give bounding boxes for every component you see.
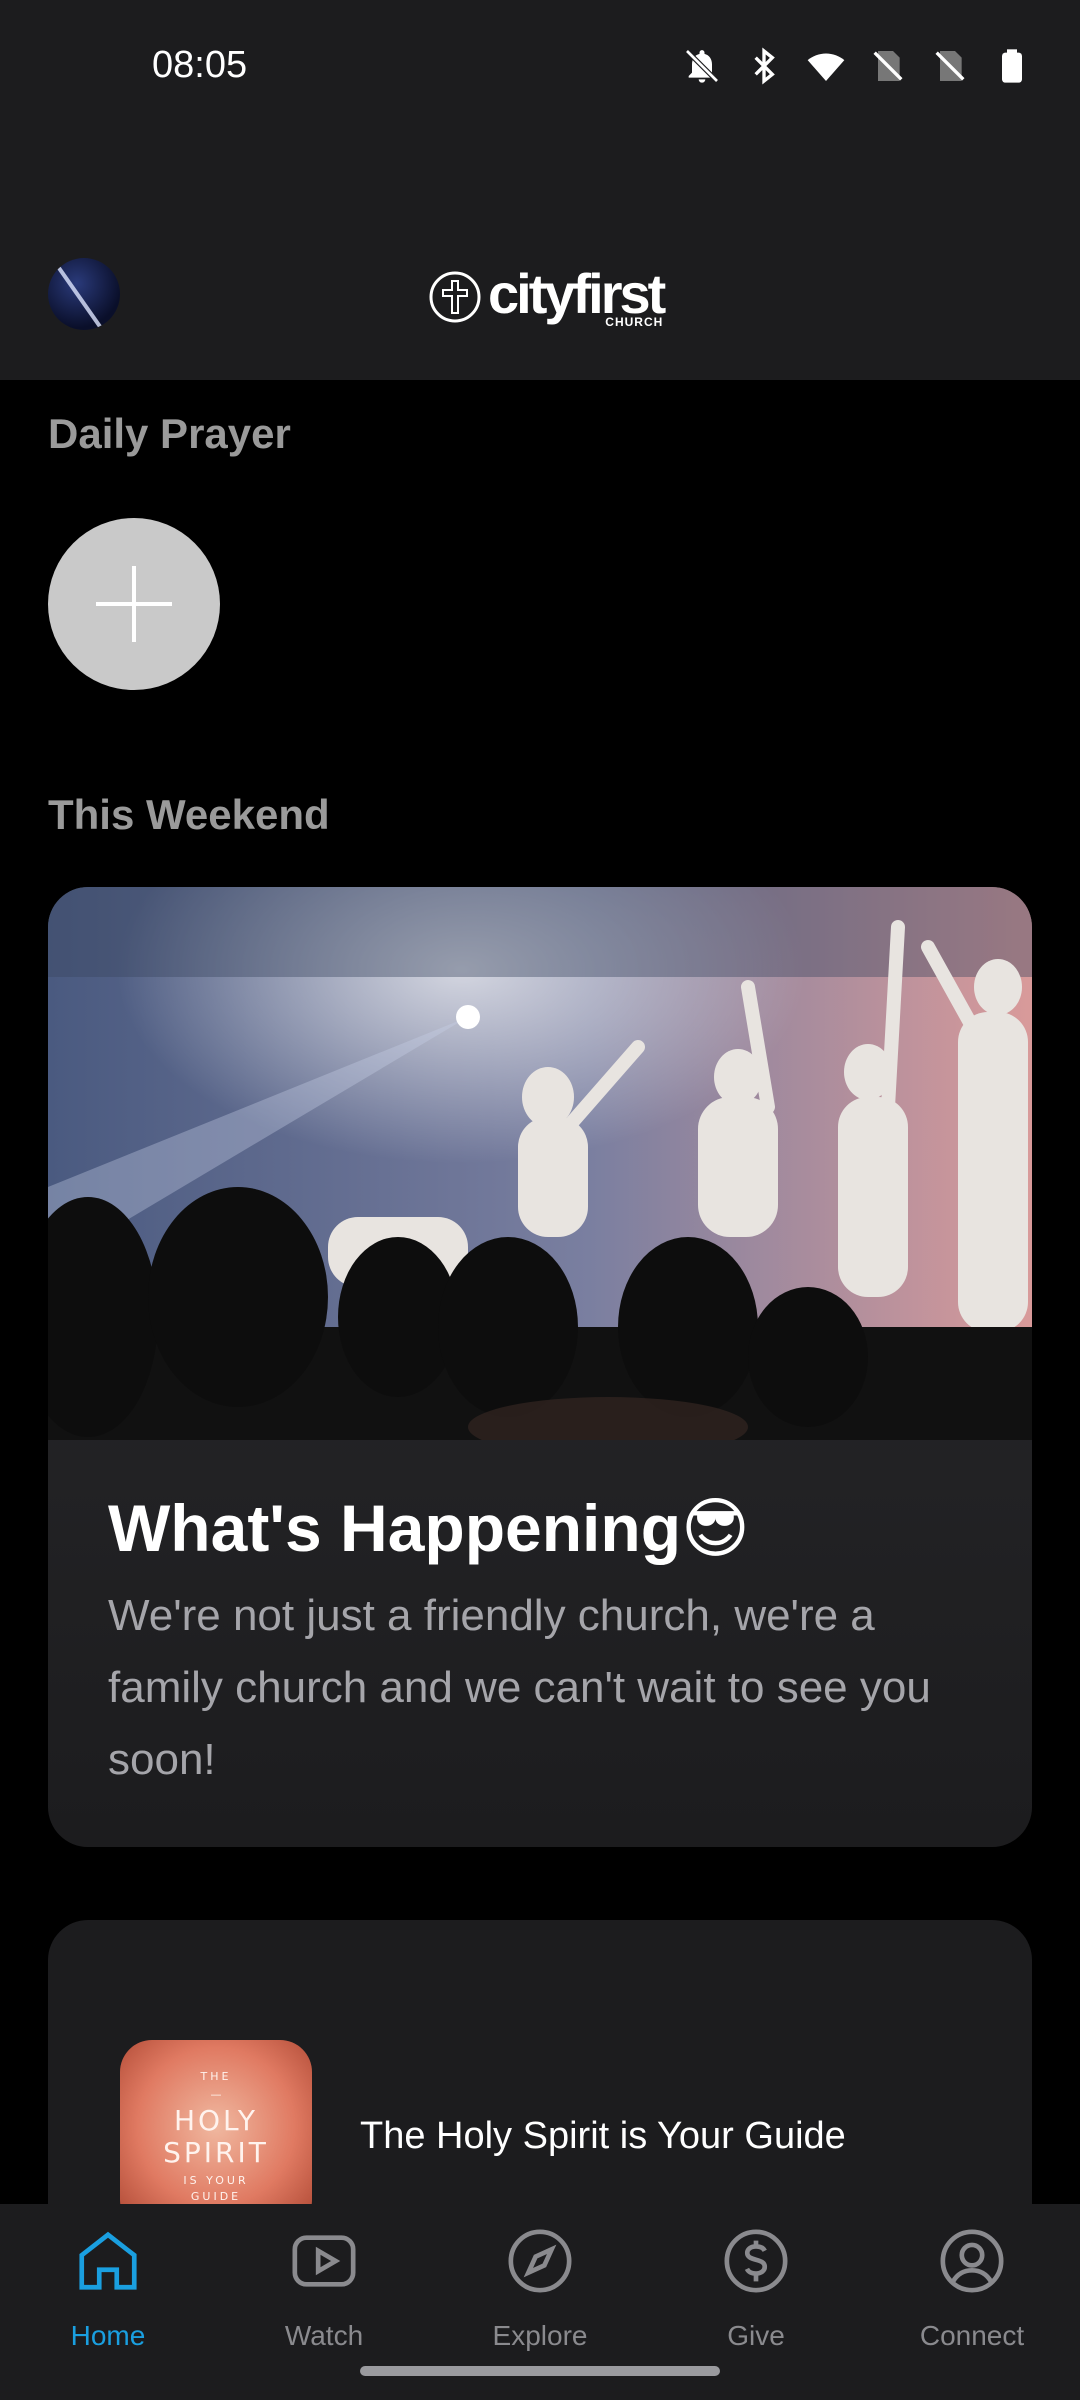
nav-label: Connect [919,2320,1025,2351]
thumb-text: — [210,2088,222,2101]
thumb-text: GUIDE [190,2190,242,2203]
event-description: We're not just a friendly church, we're … [108,1591,931,1784]
home-icon [79,2231,137,2290]
dollar-icon [724,2229,788,2293]
this-weekend-heading: This Weekend [48,791,330,838]
no-sim-icon [873,51,903,81]
bluetooth-icon [754,47,775,85]
nav-home[interactable]: Home [0,2226,216,2366]
battery-icon [1002,49,1022,83]
series-title: The Holy Spirit is Your Guide [360,2115,846,2157]
nav-label: Watch [284,2320,364,2351]
nav-explore[interactable]: Explore [432,2226,648,2366]
profile-avatar[interactable] [48,258,120,330]
event-card-body: What's Happening😎 We're not just a frien… [48,1440,1032,1847]
logo-wordmark: cityfirst [488,262,666,325]
thumb-text: SPIRIT [163,2136,269,2169]
church-logo: cityfirst CHURCH [428,262,666,329]
nav-label: Give [727,2320,785,2351]
nav-label: Explore [492,2320,588,2351]
wifi-icon [807,53,845,81]
no-sim-icon [935,51,965,81]
event-photo [48,887,1032,1440]
user-circle-icon [940,2229,1004,2293]
status-bar: 08:05 [0,0,1080,140]
home-indicator[interactable] [360,2366,720,2376]
app-header: cityfirst CHURCH [0,140,1080,380]
nav-label: Home [70,2320,146,2351]
compass-icon [508,2229,572,2293]
thumb-text: HOLY [173,2104,259,2137]
nav-watch[interactable]: Watch [216,2226,432,2366]
add-prayer-button[interactable] [48,518,220,690]
nav-connect[interactable]: Connect [864,2226,1080,2366]
nav-give[interactable]: Give [648,2226,864,2366]
status-icons [682,46,1032,86]
bell-off-icon [685,49,719,83]
logo-subtitle: CHURCH [605,315,664,329]
daily-prayer-heading: Daily Prayer [48,410,291,457]
thumb-text: IS YOUR [183,2174,249,2187]
thumb-text: THE [200,2070,232,2083]
sunglasses-emoji: 😎 [681,1491,750,1565]
play-icon [292,2235,356,2287]
status-time: 08:05 [152,44,248,86]
event-title: What's Happening😎 [108,1491,750,1565]
cross-logo-icon [429,271,481,323]
whats-happening-card[interactable]: What's Happening😎 We're not just a frien… [48,887,1032,1847]
